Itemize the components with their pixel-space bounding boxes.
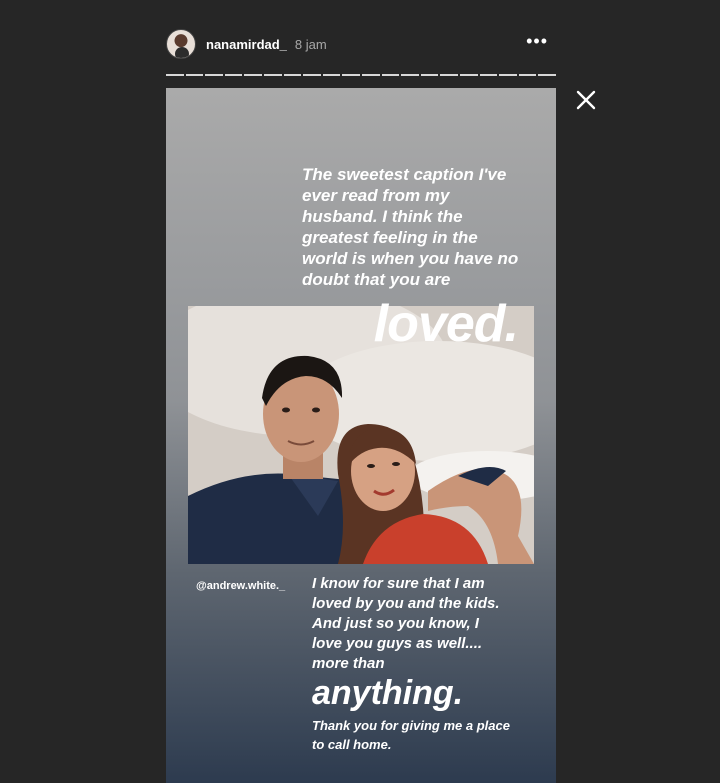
progress-segment [283, 74, 302, 76]
progress-segment [518, 74, 537, 76]
username[interactable]: nanamirdad_ [206, 37, 287, 52]
progress-segment [224, 74, 243, 76]
story-content[interactable]: The sweetest caption I've ever read from… [166, 88, 556, 783]
progress-segment [479, 74, 498, 76]
progress-segment [342, 74, 360, 76]
avatar[interactable] [166, 29, 196, 59]
more-options-icon[interactable]: ••• [518, 32, 556, 56]
progress-segment [381, 74, 400, 76]
close-icon[interactable] [574, 88, 598, 112]
story-caption-top: The sweetest caption I've ever read from… [302, 165, 519, 289]
progress-segment [322, 74, 341, 76]
story-highlight-word-2: anything. [312, 674, 464, 712]
progress-segment [205, 74, 223, 76]
progress-segment [185, 74, 204, 76]
user-mention-tag[interactable]: @andrew.white._ [196, 580, 285, 592]
progress-segment [361, 74, 380, 76]
post-time: 8 jam [294, 36, 327, 52]
story-caption-end: Thank you for giving me a place to call … [312, 718, 510, 752]
progress-segment [401, 74, 419, 76]
progress-segment [538, 74, 556, 76]
progress-segment [303, 74, 321, 76]
progress-segment [459, 74, 478, 76]
progress-segment [440, 74, 458, 76]
story-caption-bottom: I know for sure that I am loved by you a… [312, 575, 500, 672]
progress-segment [244, 74, 262, 76]
story-highlight-word: loved. [373, 295, 519, 353]
story-header: nanamirdad_ 8 jam ••• [166, 24, 556, 64]
progress-segment [499, 74, 517, 76]
story-progress-bar [166, 74, 556, 76]
progress-segment [263, 74, 282, 76]
progress-segment [166, 74, 184, 76]
story-viewer: nanamirdad_ 8 jam ••• The sweetest capti… [0, 0, 720, 783]
progress-segment [420, 74, 439, 76]
